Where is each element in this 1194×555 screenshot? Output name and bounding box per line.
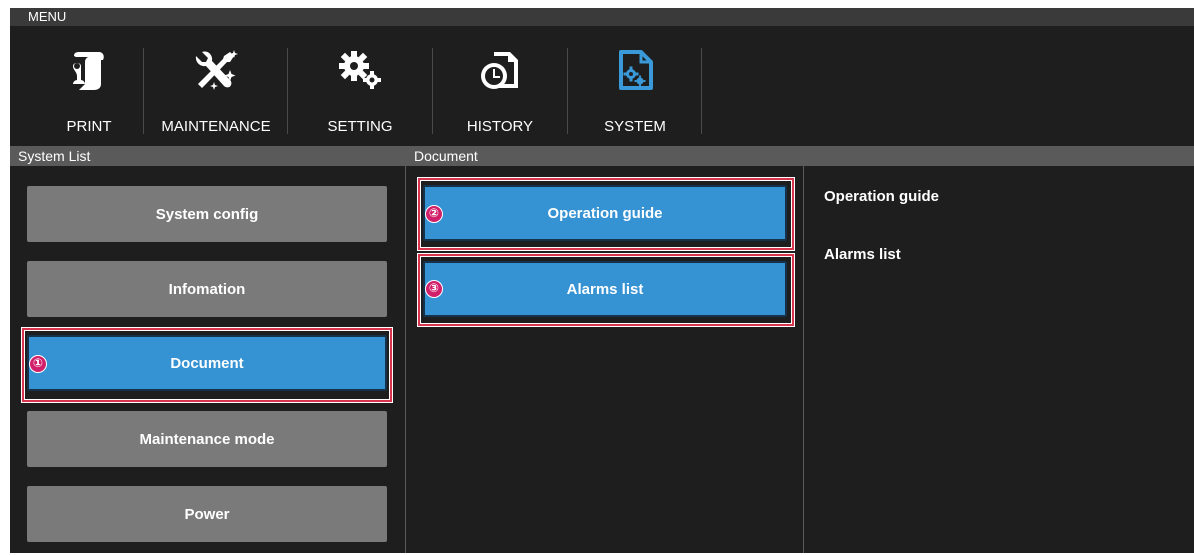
information-button[interactable]: Infomation (27, 261, 387, 317)
system-list-header: System List (10, 146, 405, 166)
column-divider (803, 146, 804, 553)
toolbar-setting-button[interactable]: SETTING (288, 26, 432, 140)
main-toolbar: PRINT MAINTENANCE SETTING HISTORY SYSTEM (10, 26, 1194, 146)
system-icon (619, 50, 653, 90)
callout-badge-2: ② (425, 205, 443, 223)
detail-operation-guide[interactable]: Operation guide (824, 188, 939, 205)
toolbar-divider (701, 48, 702, 134)
toolbar-setting-label: SETTING (327, 118, 393, 135)
menu-title: MENU (28, 9, 67, 24)
print-icon (73, 52, 104, 90)
callout-highlight-3 (418, 254, 794, 326)
maintenance-mode-button[interactable]: Maintenance mode (27, 411, 387, 467)
power-button[interactable]: Power (27, 486, 387, 542)
gears-icon (339, 51, 381, 89)
system-config-button[interactable]: System config (27, 186, 387, 242)
document-header: Document (406, 146, 803, 166)
callout-badge-3: ③ (425, 280, 443, 298)
menu-bar: MENU (10, 8, 1194, 26)
callout-highlight-1 (22, 328, 392, 402)
toolbar-history-label: HISTORY (466, 118, 534, 135)
detail-alarms-list[interactable]: Alarms list (824, 246, 901, 263)
toolbar-system-label: SYSTEM (604, 118, 666, 135)
detail-header (804, 146, 1194, 166)
column-divider (405, 146, 406, 553)
tools-icon (195, 50, 238, 90)
history-icon (481, 52, 518, 89)
app-window: MENU PRINT MAINTENANCE SETTING HISTORY S… (10, 8, 1194, 553)
callout-highlight-2 (418, 178, 794, 250)
toolbar-system-button[interactable]: SYSTEM (568, 26, 702, 140)
toolbar-print-label: PRINT (66, 118, 112, 135)
callout-badge-1: ① (29, 355, 47, 373)
toolbar-maintenance-button[interactable]: MAINTENANCE (144, 26, 288, 140)
toolbar-print-button[interactable]: PRINT (34, 26, 144, 140)
toolbar-maintenance-label: MAINTENANCE (161, 118, 271, 135)
toolbar-history-button[interactable]: HISTORY (433, 26, 567, 140)
